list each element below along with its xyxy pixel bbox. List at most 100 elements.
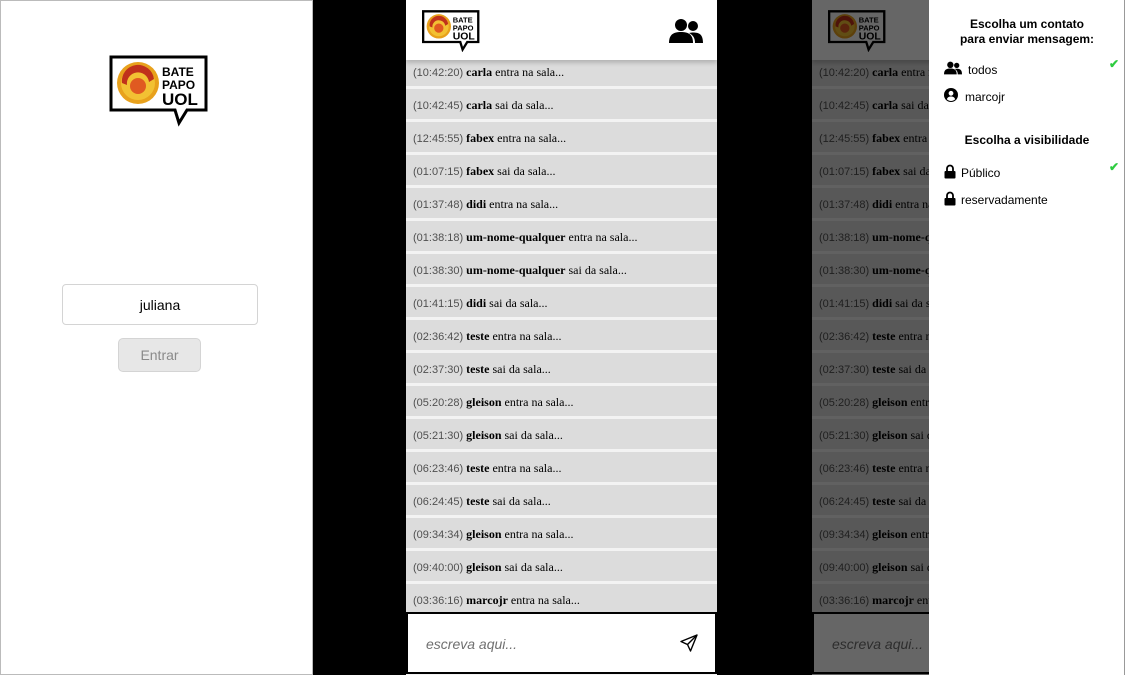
logo-word-2: PAPO <box>453 23 474 32</box>
logo-word-1: BATE <box>162 65 194 79</box>
chat-screen: BATE PAPO UOL (10:42:20) carla entra na … <box>406 0 717 675</box>
message-item: (09:40:00) gleison sai da sala... <box>406 551 717 581</box>
message-user: um-nome-qualquer <box>466 263 566 277</box>
message-list: (10:42:20) carla entra na sala...(10:42:… <box>406 56 717 617</box>
message-time: (01:38:18) <box>413 232 464 244</box>
contacts-side-menu: Escolha um contato para enviar mensagem:… <box>929 0 1125 675</box>
message-time: (09:34:34) <box>413 529 464 541</box>
message-item: (06:23:46) teste entra na sala... <box>406 452 717 482</box>
visibility-option-reservadamente[interactable]: reservadamente <box>944 190 1119 210</box>
contact-label: todos <box>968 63 998 77</box>
message-user: gleison <box>466 428 502 442</box>
user-circle-icon <box>944 88 958 102</box>
message-text: sai da sala... <box>492 362 551 376</box>
message-item: (05:21:30) gleison sai da sala... <box>406 419 717 449</box>
message-item: (01:38:18) um-nome-qualquer entra na sal… <box>406 221 717 251</box>
visibility-label: reservadamente <box>961 193 1048 207</box>
message-user: carla <box>466 65 493 79</box>
people-icon <box>944 61 962 75</box>
message-user: teste <box>466 494 490 508</box>
bate-papo-uol-logo: BATE PAPO UOL <box>109 55 208 127</box>
enter-button[interactable]: Entrar <box>118 338 201 372</box>
message-text: sai da sala... <box>504 428 563 442</box>
name-input[interactable] <box>62 284 258 325</box>
contact-option-todos[interactable]: todos ✔ <box>944 57 1119 80</box>
message-item: (02:37:30) teste sai da sala... <box>406 353 717 383</box>
logo-word-3: UOL <box>453 32 476 43</box>
message-user: fabex <box>466 164 495 178</box>
paper-plane-icon[interactable] <box>679 633 699 653</box>
message-text: sai da sala... <box>504 560 563 574</box>
message-item: (01:41:15) didi sai da sala... <box>406 287 717 317</box>
contacts-heading-line2: para enviar mensagem: <box>959 32 1095 46</box>
message-user: gleison <box>466 560 502 574</box>
message-user: carla <box>466 98 493 112</box>
message-text: entra na sala... <box>497 131 567 145</box>
message-item: (01:37:48) didi entra na sala... <box>406 188 717 218</box>
message-text: entra na sala... <box>504 395 574 409</box>
visibility-option-publico[interactable]: Público ✔ <box>944 160 1119 183</box>
message-time: (06:24:45) <box>413 496 464 508</box>
message-user: teste <box>466 362 490 376</box>
message-item: (02:36:42) teste entra na sala... <box>406 320 717 350</box>
contacts-heading: Escolha um contato para enviar mensagem: <box>929 17 1125 47</box>
message-text: sai da sala... <box>489 296 548 310</box>
message-time: (06:23:46) <box>413 463 464 475</box>
message-time: (05:21:30) <box>413 430 464 442</box>
message-user: didi <box>466 197 487 211</box>
message-user: gleison <box>466 395 502 409</box>
message-text: sai da sala... <box>568 263 627 277</box>
message-time: (01:37:48) <box>413 199 464 211</box>
message-text: entra na sala... <box>492 461 562 475</box>
message-time: (03:36:16) <box>413 595 464 607</box>
check-icon: ✔ <box>1108 160 1119 174</box>
message-time: (02:37:30) <box>413 364 464 376</box>
message-item: (03:36:16) marcojr entra na sala... <box>406 584 717 614</box>
message-text: sai da sala... <box>497 164 556 178</box>
message-text: entra na sala... <box>492 329 562 343</box>
message-text: sai da sala... <box>495 98 554 112</box>
message-time: (10:42:45) <box>413 100 464 112</box>
message-time: (09:40:00) <box>413 562 464 574</box>
message-item: (01:38:30) um-nome-qualquer sai da sala.… <box>406 254 717 284</box>
message-user: marcojr <box>466 593 508 607</box>
message-item: (09:34:34) gleison entra na sala... <box>406 518 717 548</box>
logo-word-3: UOL <box>162 90 198 109</box>
message-item: (10:42:20) carla entra na sala... <box>406 56 717 86</box>
message-user: didi <box>466 296 487 310</box>
message-time: (05:20:28) <box>413 397 464 409</box>
message-item: (12:45:55) fabex entra na sala... <box>406 122 717 152</box>
message-text: entra na sala... <box>568 230 638 244</box>
check-icon: ✔ <box>1108 57 1119 71</box>
visibility-label: Público <box>961 166 1001 180</box>
message-input[interactable] <box>426 632 666 656</box>
message-composer <box>406 612 717 674</box>
visibility-heading: Escolha a visibilidade <box>964 133 1090 147</box>
message-user: teste <box>466 329 490 343</box>
contact-option-marcojr[interactable]: marcojr <box>944 87 1119 107</box>
message-user: um-nome-qualquer <box>466 230 566 244</box>
people-icon[interactable] <box>669 18 703 44</box>
message-text: entra na sala... <box>504 527 574 541</box>
message-text: entra na sala... <box>489 197 559 211</box>
message-user: gleison <box>466 527 502 541</box>
lock-open-icon <box>944 164 956 179</box>
message-time: (01:38:30) <box>413 265 464 277</box>
login-screen: BATE PAPO UOL Entrar <box>0 0 313 675</box>
contact-label: marcojr <box>965 90 1006 104</box>
message-text: sai da sala... <box>492 494 551 508</box>
message-text: entra na sala... <box>510 593 580 607</box>
message-user: fabex <box>466 131 495 145</box>
message-item: (06:24:45) teste sai da sala... <box>406 485 717 515</box>
message-time: (10:42:20) <box>413 67 464 79</box>
message-time: (01:07:15) <box>413 166 464 178</box>
lock-icon <box>944 191 956 206</box>
message-item: (01:07:15) fabex sai da sala... <box>406 155 717 185</box>
chat-header: BATE PAPO UOL <box>406 0 717 60</box>
message-item: (10:42:45) carla sai da sala... <box>406 89 717 119</box>
message-time: (12:45:55) <box>413 133 464 145</box>
message-text: entra na sala... <box>495 65 565 79</box>
message-time: (02:36:42) <box>413 331 464 343</box>
bate-papo-uol-logo: BATE PAPO UOL <box>422 10 480 52</box>
message-user: teste <box>466 461 490 475</box>
